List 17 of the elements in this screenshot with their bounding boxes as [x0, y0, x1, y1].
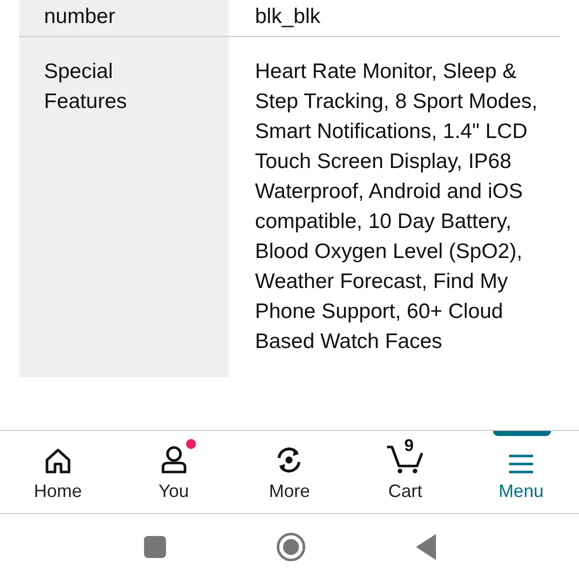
- nav-tab[interactable]: More: [239, 431, 340, 513]
- selected-indicator: [493, 431, 552, 436]
- nav-tab[interactable]: Menu: [471, 431, 572, 513]
- spec-label: Special Features: [44, 59, 128, 115]
- home-icon: [44, 446, 72, 474]
- back-icon[interactable]: [416, 534, 436, 560]
- menu-icon: [507, 452, 536, 474]
- recents-icon[interactable]: [144, 536, 166, 558]
- nav-tab[interactable]: You: [124, 431, 224, 513]
- spec-value: Heart Rate Monitor, Sleep & Step Tracking, 8 Sport Modes, Smart Notifications, 1.4" LCD Touch Screen Display, IP68 Waterproof, Android and iOS compatible, 10 Day Battery, Blood Oxygen Level (SpO2), Weather Forecast, Find My Phone Support, 60+ Cloud Based Watch Faces: [255, 60, 538, 353]
- nav-tab[interactable]: Home: [8, 431, 108, 513]
- spec-value: blk_blk: [255, 5, 320, 28]
- home-icon[interactable]: [276, 532, 306, 562]
- spec-label: number: [44, 4, 116, 30]
- cart-count: 9: [404, 436, 414, 454]
- nav-tab[interactable]: 9 Cart: [355, 431, 456, 513]
- person-icon: [160, 444, 188, 474]
